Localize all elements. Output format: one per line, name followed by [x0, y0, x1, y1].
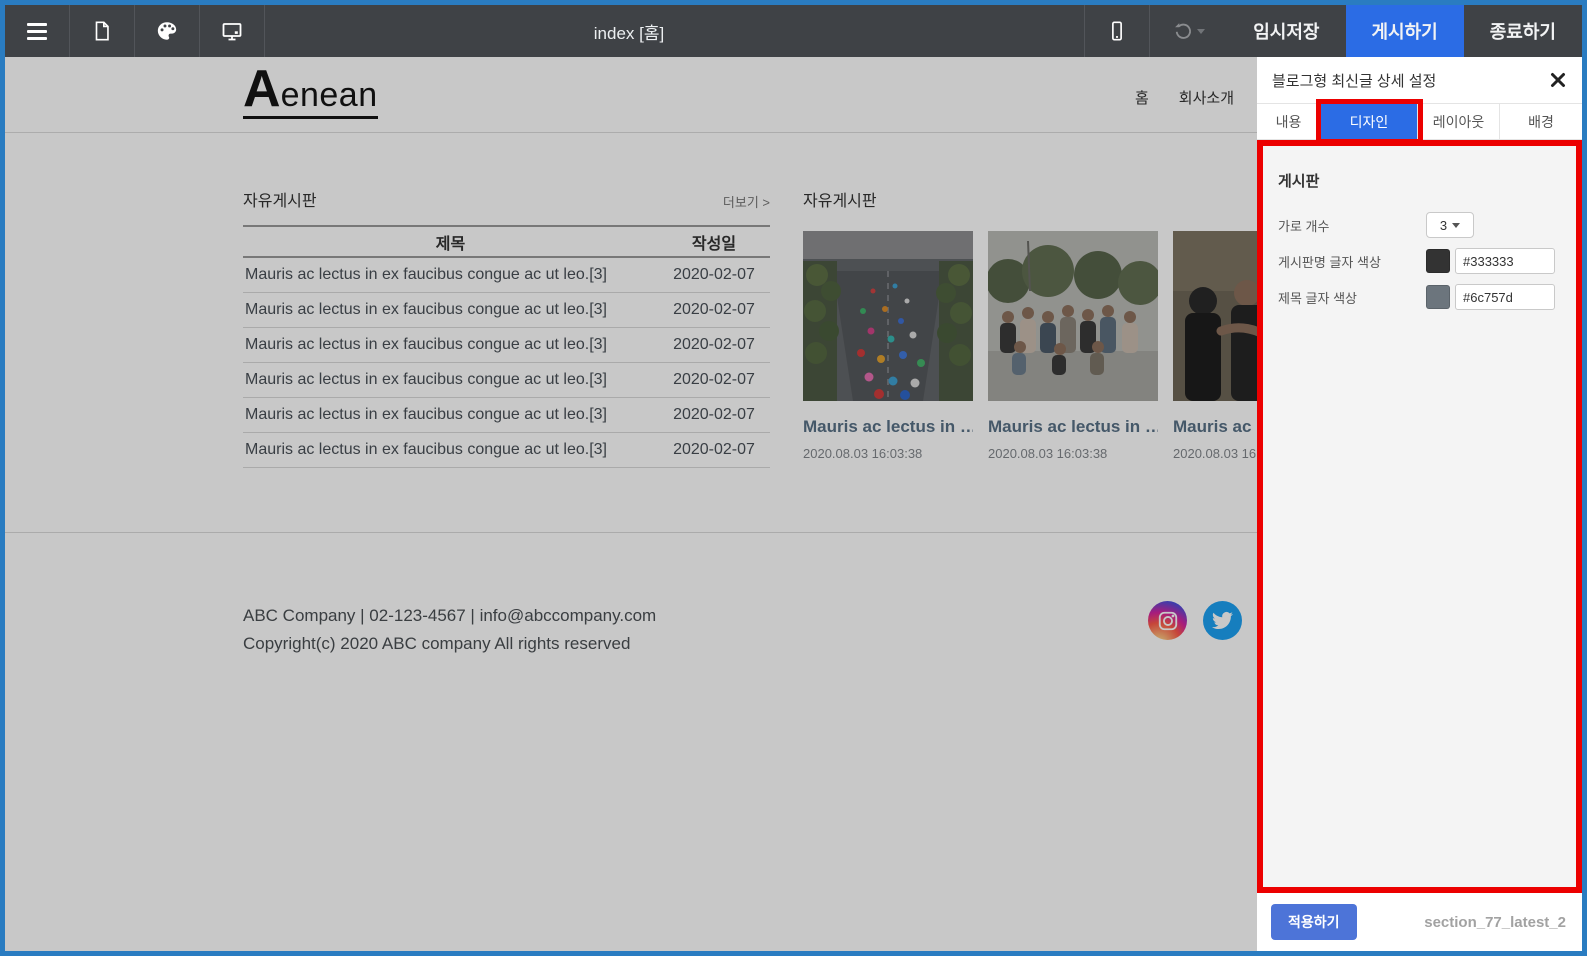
card-title: Mauris ac …: [1173, 417, 1258, 436]
social-links: [1148, 601, 1242, 640]
page-icon: [95, 21, 109, 41]
publish-button[interactable]: 게시하기: [1345, 5, 1464, 57]
top-toolbar: index [홈] 임시저장 게시하기 종료하기: [5, 5, 1582, 57]
title-color-swatch[interactable]: [1426, 285, 1450, 309]
section-divider: [5, 532, 1258, 533]
tab-layout[interactable]: 레이아웃: [1418, 104, 1500, 139]
undo-caret-icon: [1196, 28, 1205, 34]
chevron-down-icon: [1452, 222, 1461, 228]
tab-background[interactable]: 배경: [1500, 104, 1582, 139]
card-date: 2020.08.03 16…: [1173, 446, 1258, 461]
nav-item-about[interactable]: 회사소개: [1179, 87, 1234, 108]
card-title: Mauris ac lectus in …: [988, 417, 1158, 436]
close-icon: [1551, 73, 1565, 87]
more-link[interactable]: 더보기 >: [723, 192, 770, 211]
card-date: 2020.08.03 16:03:38: [988, 446, 1108, 461]
post-card[interactable]: Mauris ac lectus in … 2020.08.03 16:03:3…: [988, 231, 1158, 461]
site-header: Aenean 홈 회사소개: [5, 57, 1258, 133]
tab-content[interactable]: 내용: [1257, 104, 1321, 139]
instagram-link[interactable]: [1148, 601, 1187, 640]
section-id-label: section_77_latest_2: [1424, 913, 1566, 931]
panel-header: 블로그형 최신글 상세 설정: [1257, 57, 1582, 103]
panel-body-highlighted: 게시판 가로 개수 3 게시판명 글자 색상 제목 글자 색상: [1257, 140, 1582, 893]
apply-button[interactable]: 적용하기: [1271, 904, 1357, 940]
temp-save-button[interactable]: 임시저장: [1227, 5, 1345, 57]
table-row[interactable]: Mauris ac lectus in ex faucibus congue a…: [243, 432, 770, 468]
title-color-row: 제목 글자 색상: [1278, 279, 1562, 315]
panel-footer: 적용하기 section_77_latest_2: [1257, 893, 1582, 951]
settings-panel: 블로그형 최신글 상세 설정 내용 디자인 레이아웃 배경 게시판 가로 개수 …: [1257, 57, 1582, 951]
tab-design[interactable]: 디자인: [1321, 104, 1418, 139]
twitter-link[interactable]: [1203, 601, 1242, 640]
board-name-color-row: 게시판명 글자 색상: [1278, 243, 1562, 279]
title-color-input[interactable]: [1455, 284, 1555, 310]
board-name-color-label: 게시판명 글자 색상: [1278, 254, 1381, 270]
monitor-icon: [222, 23, 242, 41]
card-image-marathon: [803, 231, 973, 401]
undo-button[interactable]: [1149, 5, 1227, 57]
footer-copyright-line: Copyright(c) 2020 ABC company All rights…: [243, 634, 631, 654]
card-image-group-outdoor: [988, 231, 1158, 401]
post-card[interactable]: Mauris ac lectus in … 2020.08.03 16:03:3…: [803, 231, 973, 461]
exit-button[interactable]: 종료하기: [1464, 5, 1582, 57]
columns-field-row: 가로 개수 3: [1278, 207, 1562, 243]
panel-title: 블로그형 최신글 상세 설정: [1272, 72, 1437, 90]
pages-button[interactable]: [70, 5, 135, 57]
board-list-title: 자유게시판: [243, 193, 317, 210]
smartphone-icon: [1112, 21, 1123, 41]
table-row[interactable]: Mauris ac lectus in ex faucibus congue a…: [243, 292, 770, 328]
hamburger-icon: [27, 22, 47, 40]
site-logo[interactable]: Aenean: [243, 63, 378, 119]
columns-label: 가로 개수: [1278, 218, 1330, 234]
mobile-view-button[interactable]: [1084, 5, 1149, 57]
columns-select[interactable]: 3: [1426, 212, 1474, 238]
menu-button[interactable]: [5, 5, 70, 57]
table-row[interactable]: Mauris ac lectus in ex faucibus congue a…: [243, 327, 770, 363]
undo-icon: [1174, 23, 1191, 39]
post-card[interactable]: Mauris ac … 2020.08.03 16…: [1173, 231, 1258, 461]
table-row[interactable]: Mauris ac lectus in ex faucibus congue a…: [243, 397, 770, 433]
nav-item-home[interactable]: 홈: [1135, 87, 1149, 108]
col-header-date: 작성일: [658, 225, 770, 258]
editor-window: index [홈] 임시저장 게시하기 종료하기 Aenean 홈 회사소개 자…: [0, 0, 1587, 956]
board-list-section: 자유게시판 더보기 > 제목 작성일 Mauris ac lectus in e…: [243, 187, 770, 468]
col-header-title: 제목: [243, 225, 658, 258]
site-nav: 홈 회사소개: [1135, 87, 1234, 108]
instagram-icon: [1158, 611, 1177, 630]
board-name-color-input[interactable]: [1455, 248, 1555, 274]
table-row[interactable]: Mauris ac lectus in ex faucibus congue a…: [243, 362, 770, 398]
card-image-group-indoor: [1173, 231, 1258, 401]
card-title: Mauris ac lectus in …: [803, 417, 973, 436]
latest-posts-widget[interactable]: 자유게시판 Mauris ac lectus in … 2020.08.03 1…: [803, 187, 1258, 461]
card-date: 2020.08.03 16:03:38: [803, 446, 923, 461]
page-preview: Aenean 홈 회사소개 자유게시판 더보기 > 제목 작성일 Mauris …: [5, 57, 1258, 951]
table-header-row: 제목 작성일: [243, 225, 770, 258]
table-row[interactable]: Mauris ac lectus in ex faucibus congue a…: [243, 257, 770, 293]
columns-select-value: 3: [1439, 217, 1448, 233]
desktop-view-button[interactable]: [200, 5, 265, 57]
logo-initial: A: [243, 60, 281, 118]
logo-rest: enean: [280, 76, 378, 114]
palette-icon: [157, 22, 177, 40]
design-button[interactable]: [135, 5, 200, 57]
footer-contact-line: ABC Company | 02-123-4567 | info@abccomp…: [243, 606, 657, 625]
title-color-label: 제목 글자 색상: [1278, 290, 1357, 306]
board-settings-heading: 게시판: [1278, 173, 1320, 190]
panel-tabs: 내용 디자인 레이아웃 배경: [1257, 103, 1582, 140]
toolbar-right: 임시저장 게시하기 종료하기: [1084, 5, 1582, 57]
footer-info: ABC Company | 02-123-4567 | info@abccomp…: [243, 602, 656, 658]
board-name-color-swatch[interactable]: [1426, 249, 1450, 273]
board-table: 제목 작성일 Mauris ac lectus in ex faucibus c…: [243, 225, 770, 468]
twitter-icon: [1212, 611, 1233, 630]
close-button[interactable]: [1550, 72, 1566, 88]
board-cards-title: 자유게시판: [803, 193, 877, 210]
